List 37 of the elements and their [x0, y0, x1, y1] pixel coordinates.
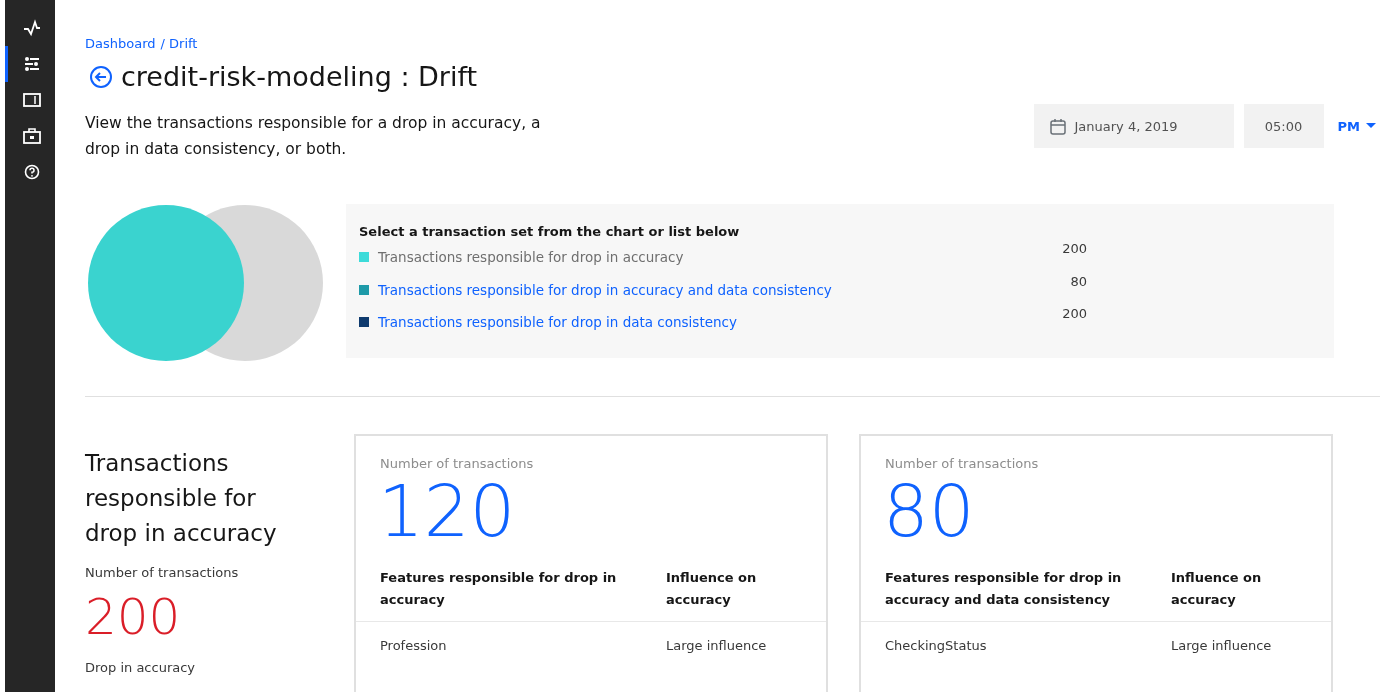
- section-heading: Transactions responsible for drop in accuracy: [85, 449, 278, 548]
- transaction-set-link[interactable]: Transactions responsible for drop in accuracy: [378, 249, 684, 266]
- transaction-count: 80: [1070, 273, 1087, 291]
- table-cell: Large influence: [1171, 638, 1272, 653]
- time-field[interactable]: 05:00: [1243, 104, 1324, 148]
- help-icon: [23, 164, 40, 180]
- ticket-icon: [22, 93, 41, 107]
- table-cell: Large influence: [666, 638, 767, 653]
- column-header: Features responsible for drop in accuracy and data consistency: [885, 569, 1123, 609]
- date-field[interactable]: January 4, 2019: [1033, 104, 1234, 148]
- table-cell-text: Profession: [380, 638, 448, 653]
- column-header: Influence on accuracy: [666, 569, 758, 609]
- breadcrumb-link[interactable]: Dashboard: [85, 36, 156, 51]
- transaction-set-link[interactable]: Transactions responsible for drop in data consistency: [378, 314, 737, 331]
- count-label: Number of transactions: [379, 455, 535, 471]
- drop-label: Drop in accuracy: [85, 660, 197, 675]
- transaction-count: 120: [377, 471, 517, 551]
- column-header: Influence on accuracy: [1171, 569, 1263, 609]
- pulse-icon: [22, 19, 41, 37]
- count-label: Number of transactions: [884, 455, 1040, 471]
- page-title: credit-risk-modeling : Drift: [121, 61, 478, 92]
- count-label: Number of transactions: [85, 565, 240, 580]
- breadcrumb-link[interactable]: / Drift: [160, 36, 198, 51]
- briefcase-icon: [22, 128, 41, 144]
- caret-icon: [1366, 123, 1376, 129]
- transaction-set-link[interactable]: Transactions responsible for drop in accuracy and data consistency: [378, 281, 832, 298]
- transaction-count: 80: [882, 471, 976, 551]
- calendar-icon: [1049, 117, 1066, 135]
- sliders-icon: [23, 56, 40, 72]
- transaction-count: 200: [85, 588, 182, 646]
- page-description: View the transactions responsible for a drop in accuracy, a drop in data consistency, or both.: [85, 113, 542, 160]
- transaction-count: 200: [1062, 241, 1087, 258]
- column-header: Features responsible for drop in accuracy: [380, 569, 618, 609]
- legend-heading: Select a transaction set from the chart or list below: [359, 224, 741, 239]
- period-select[interactable]: PM: [1333, 118, 1380, 134]
- table-cell-text: CheckingStatus: [885, 638, 988, 653]
- transaction-count: 200: [1062, 306, 1087, 323]
